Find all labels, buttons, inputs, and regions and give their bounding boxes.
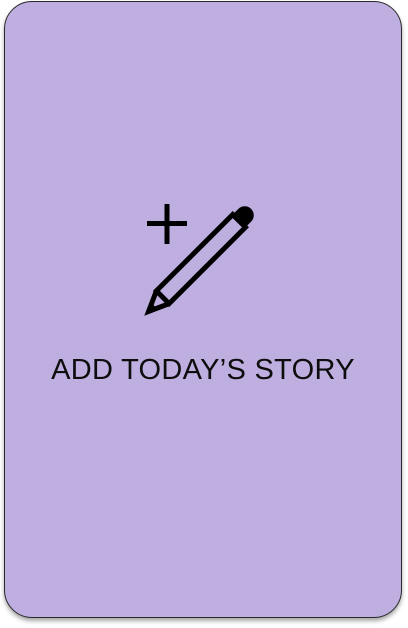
add-story-label: ADD TODAY’S STORY [51,354,355,386]
add-story-card[interactable]: ADD TODAY’S STORY [4,1,402,618]
pencil-plus-icon [144,204,254,316]
pencil-shape [144,206,254,316]
pencil-tip [144,290,170,316]
plus-vertical [164,204,170,244]
pencil-eraser [232,206,254,228]
pencil-body [152,211,249,308]
add-pencil-icon [140,185,276,317]
